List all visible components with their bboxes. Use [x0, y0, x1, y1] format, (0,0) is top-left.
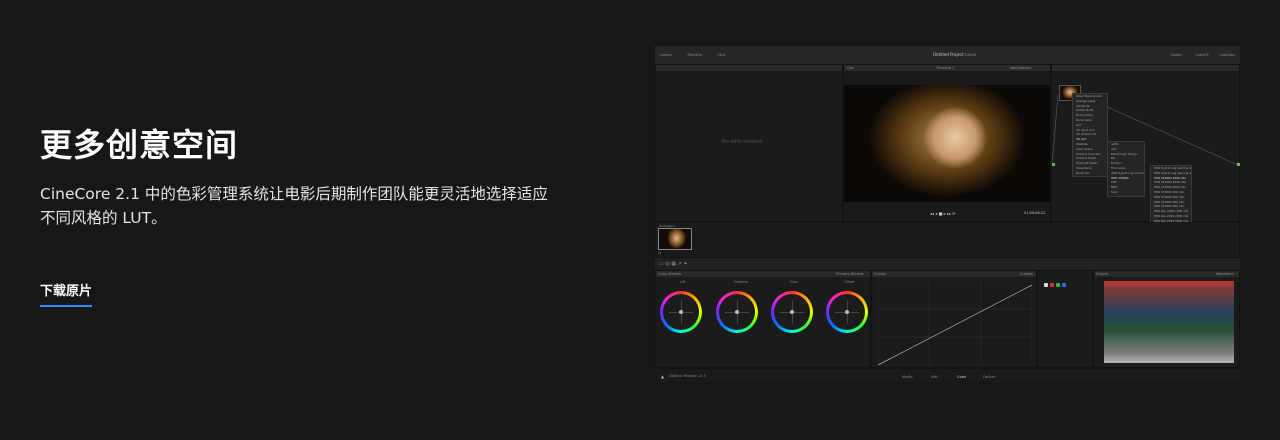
menu-item[interactable]: Node Info: [1073, 171, 1107, 176]
page-tab-media[interactable]: Media: [902, 375, 913, 379]
gain-wheel[interactable]: [771, 291, 813, 333]
green-channel-button[interactable]: [1056, 283, 1060, 287]
scopes-title: Scopes: [1096, 272, 1109, 276]
lift-wheel[interactable]: [660, 291, 702, 333]
node-editor-panel: Reset Node Grade Change Label Add Node D…: [1051, 64, 1240, 223]
clip-thumbnail-number: 01: [658, 251, 662, 255]
wheel-label-gain: Gain: [790, 280, 799, 284]
submenu-item[interactable]: HDR Hybrid Log-Gamma: [1108, 171, 1144, 176]
lightbox-tab[interactable]: Lightbox: [1220, 53, 1235, 57]
viewer-timecode: 01:00:04:22: [1024, 211, 1046, 215]
red-channel-button[interactable]: [1050, 283, 1054, 287]
clip-thumbnail-label: Workstation: [659, 223, 676, 228]
transport-controls[interactable]: ◂◂ ◂ ■ ▸ ▸▸ ⟳: [930, 211, 956, 216]
hero-heading: 更多创意空间: [40, 126, 239, 164]
download-original-link[interactable]: 下载原片: [40, 280, 93, 307]
hero-section: 更多创意空间 CineCore 2.1 中的色彩管理系统让电影后期制作团队能更灵…: [40, 0, 560, 440]
no-stills-text: No stills created: [722, 139, 763, 145]
hero-description: CineCore 2.1 中的色彩管理系统让电影后期制作团队能更灵活地选择适应不…: [40, 185, 548, 227]
viewer-mode-label[interactable]: Workstation: [1010, 66, 1031, 70]
blue-channel-button[interactable]: [1062, 283, 1066, 287]
app-top-bar: Gallery Timeline Clips Untitled Project …: [655, 46, 1240, 65]
gamma-wheel[interactable]: [716, 291, 758, 333]
clip-thumbnail[interactable]: [658, 228, 692, 250]
gallery-panel-header: [656, 65, 842, 71]
hdr-lut-submenu: HDR Hybrid Log-Gamma 1000 nits HDR Hybri…: [1150, 165, 1192, 223]
page-tab-edit[interactable]: Edit: [931, 375, 938, 379]
wheel-label-offset: Offset: [844, 280, 855, 284]
offset-wheel[interactable]: [826, 291, 868, 333]
color-wheels-header: Color Wheels Primary Wheels: [656, 271, 870, 277]
davinci-logo-icon: ▲: [661, 373, 665, 379]
app-screenshot: Gallery Timeline Clips Untitled Project …: [655, 46, 1240, 382]
luma-channel-button[interactable]: [1044, 283, 1048, 287]
submenu-item[interactable]: Sony: [1108, 190, 1144, 195]
color-wheels-panel: Color Wheels Primary Wheels Lift Gamma G…: [655, 270, 871, 368]
nodes-tab[interactable]: Nodes: [1171, 53, 1182, 57]
gallery-tab[interactable]: Gallery: [660, 53, 672, 57]
submenu-item[interactable]: HDR Hybrid Log-Gamma 2000 nits: [1151, 171, 1191, 176]
waveform-title[interactable]: Waveform: [1216, 272, 1234, 276]
app-footer: ▲ DaVinci Resolve 12.5 Media Edit Color …: [655, 368, 1240, 382]
scopes-header: Scopes Waveform: [1094, 271, 1239, 277]
timeline-tab[interactable]: Timeline: [687, 53, 702, 57]
clip-strip: Workstation 01: [655, 222, 1240, 258]
page-tab-color[interactable]: Color: [957, 375, 966, 379]
node-context-menu: Reset Node Grade Change Label Add Node D…: [1072, 93, 1108, 177]
curve-controls-panel: [1037, 270, 1093, 368]
scopes-panel: Scopes Waveform: [1093, 270, 1240, 368]
openfx-tab[interactable]: OpenFX: [1195, 53, 1209, 57]
clips-tab[interactable]: Clips: [717, 53, 725, 57]
custom-title[interactable]: Custom: [1020, 272, 1033, 276]
viewer-header: Clip Timeline 1 Workstation: [844, 65, 1050, 71]
toolbar-icons[interactable]: ▭ ◎ ▦ ↗ ✦: [659, 261, 688, 267]
viewer-panel: Clip Timeline 1 Workstation 01:00:04:22 …: [843, 64, 1051, 222]
viewer-image: [844, 85, 1050, 202]
wheel-label-gamma: Gamma: [734, 280, 748, 284]
project-status: Edited: [965, 52, 977, 57]
app-name: DaVinci Resolve 12.5: [669, 374, 706, 378]
primary-wheels-title[interactable]: Primary Wheels: [836, 272, 863, 276]
color-wheels-title: Color Wheels: [658, 272, 682, 276]
page-tab-deliver[interactable]: Deliver: [983, 375, 995, 379]
wheel-label-lift: Lift: [680, 280, 686, 284]
lut-submenu: ACES VLC Blackmagic Design DJI DaVinci F…: [1107, 141, 1145, 197]
waveform-display: [1104, 281, 1234, 363]
viewer-timeline-label[interactable]: Timeline 1: [936, 66, 954, 70]
curves-title: Curves: [874, 272, 887, 276]
gallery-panel: No stills created: [655, 64, 843, 222]
viewer-clip-label: Clip: [847, 66, 854, 70]
curves-panel: Curves Custom: [871, 270, 1037, 368]
curves-header: Curves Custom: [872, 271, 1036, 277]
project-title: Untitled Project: [933, 52, 964, 57]
curve-graph[interactable]: [878, 281, 1032, 365]
